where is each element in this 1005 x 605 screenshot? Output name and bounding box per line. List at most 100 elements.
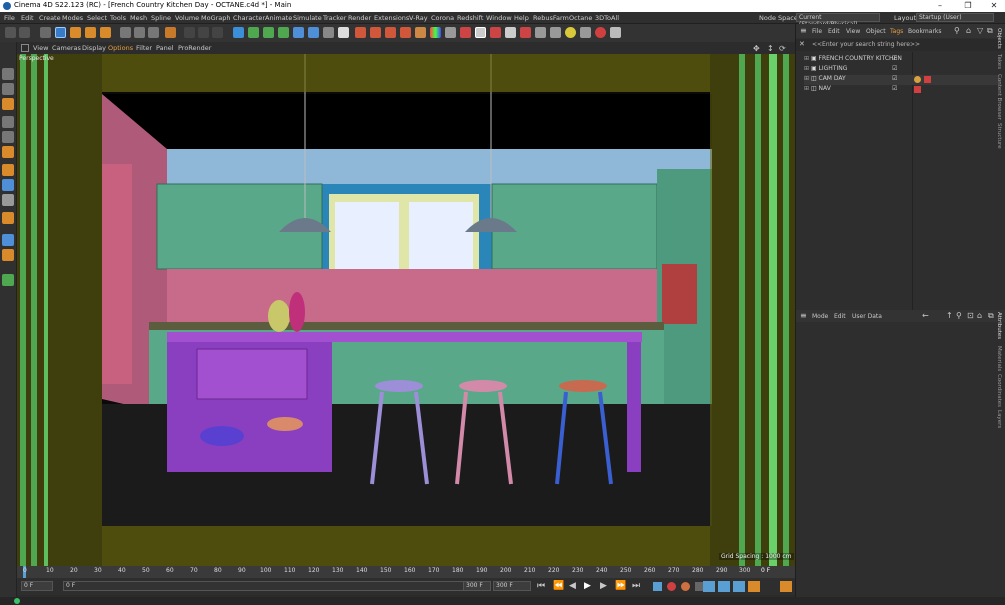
timeline-ruler[interactable]: 0 10 20 30 40 50 60 70 80 90 100 110 120… — [17, 566, 795, 578]
search-icon[interactable]: ⚲ — [954, 26, 960, 35]
cloner-icon[interactable] — [278, 27, 289, 38]
ipr-icon[interactable] — [475, 27, 486, 38]
render-settings-icon[interactable] — [212, 27, 223, 38]
viewport-menu-cameras[interactable]: Cameras — [52, 44, 81, 52]
menu-corona[interactable]: Corona — [431, 14, 454, 22]
move-icon[interactable] — [55, 27, 66, 38]
visibility-toggle-icon[interactable]: ☑ — [892, 55, 897, 62]
go-to-end-icon[interactable]: ⏭ — [632, 581, 640, 591]
menu-tools[interactable]: Tools — [110, 14, 126, 22]
snap-icon[interactable] — [2, 194, 14, 206]
motion-tracking-icon[interactable] — [653, 582, 662, 591]
undo-icon[interactable] — [5, 27, 16, 38]
panel-menu-icon[interactable]: ≡ — [800, 26, 807, 35]
parameter-key-icon[interactable] — [748, 581, 760, 592]
live-selection-icon[interactable] — [40, 27, 51, 38]
menu-extensions[interactable]: Extensions — [374, 14, 409, 22]
record-icon[interactable] — [667, 582, 676, 591]
coordinate-system-icon[interactable] — [165, 27, 176, 38]
octane-settings-icon[interactable] — [520, 27, 531, 38]
points-mode-icon[interactable] — [2, 116, 14, 128]
vray-dome-icon[interactable] — [400, 27, 411, 38]
locked-workplane-icon[interactable] — [2, 212, 14, 224]
autokey-icon[interactable] — [681, 582, 690, 591]
menu-create[interactable]: Create — [39, 14, 61, 22]
tab-takes[interactable]: Takes — [996, 54, 1002, 69]
menu-rebusfarm[interactable]: RebusFarm — [533, 14, 569, 22]
back-arrow-icon[interactable]: ← — [922, 311, 929, 320]
vray-sun-icon[interactable] — [385, 27, 396, 38]
object-row[interactable]: ⊞ ◫ NAV ☑ — [804, 85, 1000, 95]
subdivision-icon[interactable] — [263, 27, 274, 38]
om-search-bar[interactable]: ✕ <<Enter your search string here>> — [796, 39, 1005, 51]
go-to-start-icon[interactable]: ⏮ — [537, 581, 545, 591]
filter-icon[interactable]: ▽ — [977, 26, 983, 35]
protection-tag-icon[interactable] — [914, 76, 921, 83]
viewport-menu-filter[interactable]: Filter — [136, 44, 152, 52]
polygons-mode-icon[interactable] — [2, 146, 14, 158]
visibility-toggle-icon[interactable]: ☑ — [892, 85, 897, 92]
next-key-icon[interactable]: ⏩ — [615, 581, 626, 591]
viewport-menu-display[interactable]: Display — [82, 44, 106, 52]
attr-search-icon[interactable]: ⚲ — [956, 311, 962, 320]
viewport-menu-panel[interactable]: Panel — [156, 44, 174, 52]
current-frame-field[interactable]: 0 F — [21, 581, 53, 591]
camera-icon[interactable] — [323, 27, 334, 38]
pan-icon[interactable]: ✥ — [753, 44, 760, 53]
octane-camera-icon[interactable] — [535, 27, 546, 38]
attr-home-icon[interactable]: ⌂ — [977, 311, 982, 320]
minimize-button[interactable]: – — [930, 0, 950, 12]
redshift-render-icon[interactable] — [460, 27, 471, 38]
color-picker-icon[interactable] — [430, 27, 441, 38]
texture-mode-icon[interactable] — [2, 83, 14, 95]
menu-select[interactable]: Select — [87, 14, 107, 22]
object-row[interactable]: ⊞ ▣ LIGHTING ☑ — [804, 65, 1000, 75]
timeline-window-icon[interactable] — [780, 581, 792, 592]
om-menu-file[interactable]: File — [812, 28, 822, 35]
octane-material-icon[interactable] — [580, 27, 591, 38]
x-axis-icon[interactable] — [120, 27, 131, 38]
object-name[interactable]: CAM DAY — [819, 75, 846, 82]
tab-coordinates[interactable]: Coordinates — [996, 374, 1002, 407]
rotate-icon[interactable] — [85, 27, 96, 38]
menu-3dtoall[interactable]: 3DToAll — [595, 14, 619, 22]
zoom-icon[interactable]: ↕ — [767, 44, 774, 53]
menu-mesh[interactable]: Mesh — [130, 14, 147, 22]
attributes-menu-icon[interactable]: ≡ — [800, 311, 807, 320]
menu-character[interactable]: Character — [233, 14, 265, 22]
redshift-light-icon[interactable] — [490, 27, 501, 38]
sculpt-icon[interactable] — [2, 234, 14, 246]
attr-menu-edit[interactable]: Edit — [834, 313, 846, 320]
redo-icon[interactable] — [19, 27, 30, 38]
z-axis-icon[interactable] — [148, 27, 159, 38]
home-icon[interactable]: ⌂ — [966, 26, 971, 35]
octane-light-icon[interactable] — [550, 27, 561, 38]
attr-new-window-icon[interactable]: ⧉ — [988, 311, 994, 321]
workplane-icon[interactable] — [2, 98, 14, 110]
close-search-icon[interactable]: ✕ — [799, 40, 805, 48]
object-name[interactable]: LIGHTING — [819, 65, 848, 72]
viewport-layout-icon[interactable] — [21, 44, 29, 52]
menu-octane[interactable]: Octane — [569, 14, 592, 22]
menu-vray[interactable]: V-Ray — [409, 14, 428, 22]
attr-menu-user-data[interactable]: User Data — [852, 313, 882, 320]
axis-mode-icon[interactable] — [2, 164, 14, 176]
expand-icon[interactable]: ⊞ — [804, 75, 811, 82]
tab-layers[interactable]: Layers — [996, 410, 1002, 428]
position-key-icon[interactable] — [703, 581, 715, 592]
y-axis-icon[interactable] — [134, 27, 145, 38]
octane-live-viewer-icon[interactable] — [505, 27, 516, 38]
om-menu-bookmarks[interactable]: Bookmarks — [908, 28, 942, 35]
floor-icon[interactable] — [308, 27, 319, 38]
menu-file[interactable]: File — [4, 14, 15, 22]
deformer-icon[interactable] — [293, 27, 304, 38]
menu-render[interactable]: Render — [348, 14, 371, 22]
menu-simulate[interactable]: Simulate — [293, 14, 322, 22]
object-name[interactable]: NAV — [819, 85, 831, 92]
scale-icon[interactable] — [70, 27, 81, 38]
light-icon[interactable] — [338, 27, 349, 38]
object-name[interactable]: FRENCH COUNTRY KITCHEN — [819, 55, 902, 62]
menu-help[interactable]: Help — [514, 14, 529, 22]
rotation-key-icon[interactable] — [733, 581, 745, 592]
previous-key-icon[interactable]: ⏪ — [553, 581, 564, 591]
